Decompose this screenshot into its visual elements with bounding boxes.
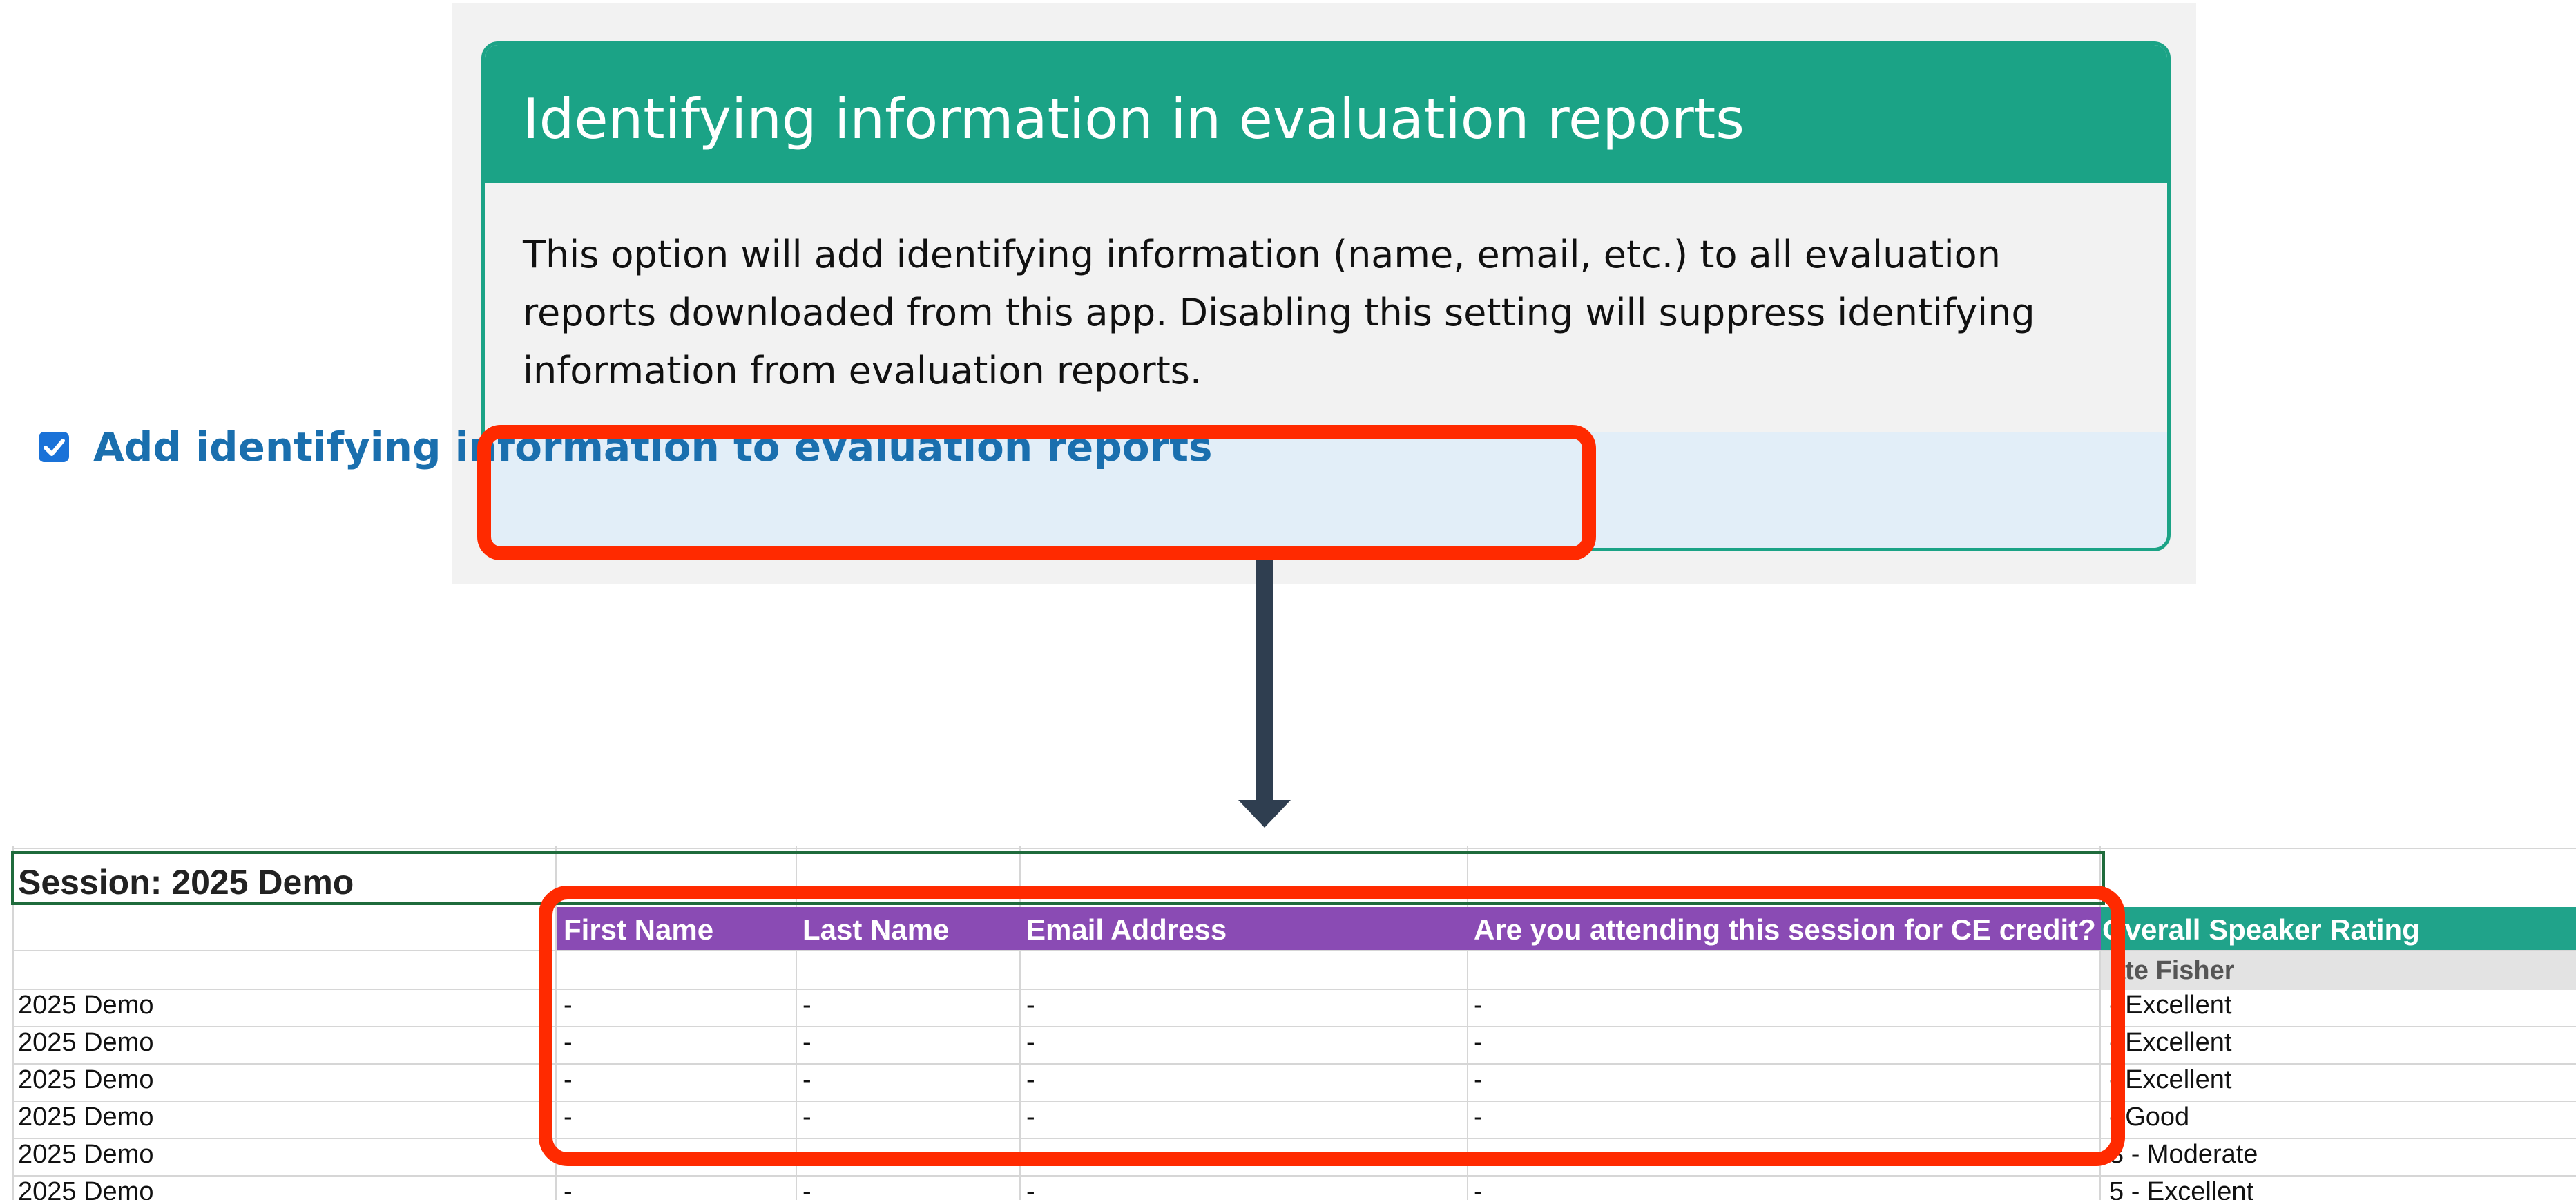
cell-email[interactable]: - — [1026, 1175, 1035, 1200]
cell-rating[interactable]: - Excellent — [2109, 1026, 2231, 1059]
cell-email[interactable]: - — [1026, 989, 1035, 1022]
checkmark-icon — [44, 439, 65, 456]
arrow-down-icon — [1238, 800, 1291, 828]
identifying-info-checkbox[interactable] — [39, 432, 69, 462]
cell-session[interactable]: 2025 Demo — [18, 1063, 153, 1096]
cell-session[interactable]: 2025 Demo — [18, 1138, 153, 1171]
arrow-shaft — [1256, 546, 1273, 802]
card-description-line: information from evaluation reports. — [523, 349, 1202, 392]
session-title: Session: 2025 Demo — [18, 863, 354, 902]
evaluation-report-spreadsheet: Session: 2025 Demo First Name Last Name … — [0, 846, 2576, 1200]
cell-ce-credit[interactable]: - — [1474, 1138, 1483, 1171]
cell-ce-credit[interactable]: - — [1474, 1101, 1483, 1134]
cell-session[interactable]: 2025 Demo — [18, 989, 153, 1022]
cell-ce-credit[interactable]: - — [1474, 1175, 1483, 1200]
cell-first-name[interactable]: - — [564, 989, 573, 1022]
cell-last-name[interactable]: - — [802, 1175, 811, 1200]
card-description-line: reports downloaded from this app. Disabl… — [523, 291, 2035, 334]
cell-rating[interactable]: - Good — [2109, 1101, 2189, 1134]
cell-first-name[interactable]: - — [564, 1175, 573, 1200]
cell-rating[interactable]: - Excellent — [2109, 989, 2231, 1022]
cell-session[interactable]: 2025 Demo — [18, 1026, 153, 1059]
header-last-name[interactable]: Last Name — [802, 913, 949, 947]
cell-last-name[interactable]: - — [802, 1138, 811, 1171]
cell-last-name[interactable]: - — [802, 989, 811, 1022]
cell-rating[interactable]: 5 - Excellent — [2109, 1175, 2253, 1200]
cell-first-name[interactable]: - — [564, 1063, 573, 1096]
cell-ce-credit[interactable]: - — [1474, 1063, 1483, 1096]
cell-last-name[interactable]: - — [802, 1063, 811, 1096]
grid-line — [12, 848, 2576, 849]
header-first-name[interactable]: First Name — [564, 913, 713, 947]
speaker-name: ate Fisher — [2111, 956, 2235, 985]
cell-session[interactable]: 2025 Demo — [18, 1175, 153, 1200]
card-description: This option will add identifying informa… — [523, 226, 2153, 400]
card-description-line: This option will add identifying informa… — [523, 233, 2001, 276]
cell-first-name[interactable]: - — [564, 1026, 573, 1059]
cell-ce-credit[interactable]: - — [1474, 989, 1483, 1022]
grid-line — [12, 1101, 2576, 1102]
header-overall-speaker-rating[interactable]: Overall Speaker Rating — [2102, 913, 2420, 947]
cell-first-name[interactable]: - — [564, 1101, 573, 1134]
cell-email[interactable]: - — [1026, 1026, 1035, 1059]
cell-email[interactable]: - — [1026, 1138, 1035, 1171]
card-title: Identifying information in evaluation re… — [523, 87, 1744, 151]
settings-card: Identifying information in evaluation re… — [481, 41, 2171, 551]
cell-email[interactable]: - — [1026, 1101, 1035, 1134]
cell-rating[interactable]: 3 - Moderate — [2109, 1138, 2258, 1171]
cell-first-name[interactable]: - — [564, 1138, 573, 1171]
cell-email[interactable]: - — [1026, 1063, 1035, 1096]
cell-last-name[interactable]: - — [802, 1101, 811, 1134]
cell-rating[interactable]: - Excellent — [2109, 1063, 2231, 1096]
card-header: Identifying information in evaluation re… — [485, 45, 2167, 183]
header-email-address[interactable]: Email Address — [1026, 913, 1227, 947]
header-ce-credit[interactable]: Are you attending this session for CE cr… — [1474, 913, 2097, 947]
cell-ce-credit[interactable]: - — [1474, 1026, 1483, 1059]
identifying-info-option-label[interactable]: Add identifying information to evaluatio… — [93, 423, 1213, 471]
cell-last-name[interactable]: - — [802, 1026, 811, 1059]
cell-session[interactable]: 2025 Demo — [18, 1101, 153, 1134]
